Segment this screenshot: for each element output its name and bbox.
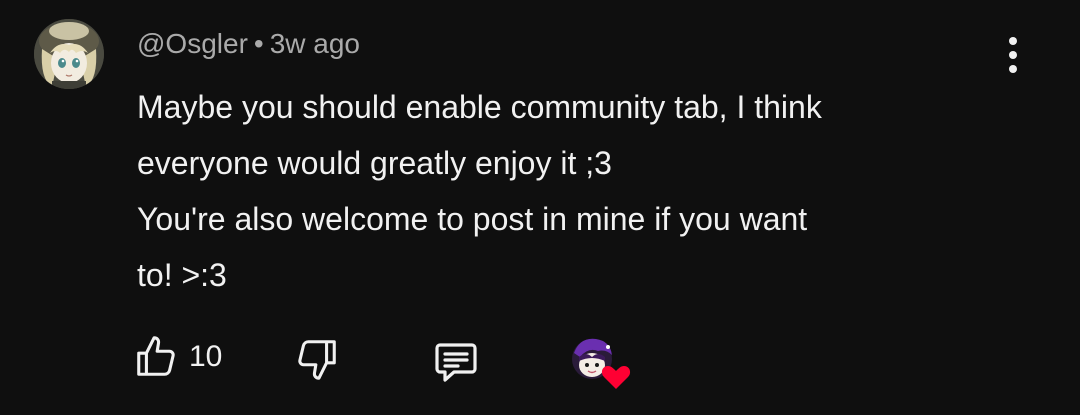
comment-header: @Osgler • 3w ago [137,24,360,64]
more-options-button[interactable] [998,30,1028,80]
thumbs-up-icon [137,336,175,376]
more-vertical-icon-dot [1009,65,1017,73]
comment-item: @Osgler • 3w ago Maybe you should enable c… [0,0,1080,415]
thumbs-down-icon [298,340,336,380]
comment-timestamp[interactable]: 3w ago [270,28,360,59]
creator-heart-icon [572,338,631,389]
reply-comment-icon [435,343,477,382]
author-name[interactable]: @Osgler [137,28,248,59]
comment-line: everyone would greatly enjoy it ;3 [137,145,612,181]
comment-text: Maybe you should enable community tab, I… [137,79,1017,303]
like-button[interactable]: 10 [133,334,222,380]
creator-heart-badge[interactable] [568,335,632,393]
comment-action-bar: 10 [0,330,1080,400]
author-avatar[interactable] [34,19,104,89]
more-vertical-icon-dot [1009,51,1017,59]
more-vertical-icon [1009,37,1017,45]
dislike-button[interactable] [294,336,340,382]
avatar-image [34,19,104,89]
comment-line: You're also welcome to post in mine if y… [137,201,808,237]
header-separator: • [253,28,264,59]
like-count: 10 [189,340,223,373]
comment-line: to! >:3 [137,257,227,293]
comment-line: Maybe you should enable community tab, I… [137,89,822,125]
reply-button[interactable] [432,338,480,386]
